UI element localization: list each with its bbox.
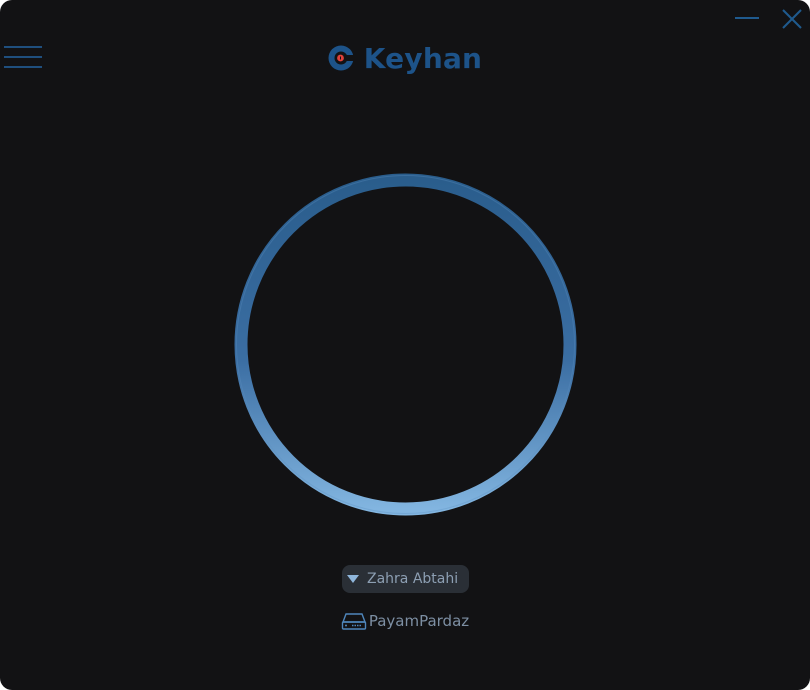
app-title: Keyhan [363, 41, 483, 75]
caret-down-icon [347, 575, 359, 583]
close-icon[interactable] [780, 7, 804, 31]
user-name: Zahra Abtahi [367, 571, 459, 587]
app-window: Keyhan Zahra Abtahi PayamPardaz [0, 0, 810, 690]
minimize-line [735, 17, 759, 19]
brand-header: Keyhan [0, 36, 810, 80]
server-name: PayamPardaz [368, 612, 470, 630]
minimize-icon[interactable] [734, 6, 760, 30]
keyhan-logo-icon [328, 45, 354, 71]
connect-button[interactable] [233, 172, 578, 517]
connect-ring [234, 173, 577, 516]
server-info[interactable]: PayamPardaz [0, 610, 810, 632]
server-icon [341, 613, 367, 630]
close-glyph [782, 9, 802, 29]
user-account-dropdown[interactable]: Zahra Abtahi [342, 565, 469, 593]
